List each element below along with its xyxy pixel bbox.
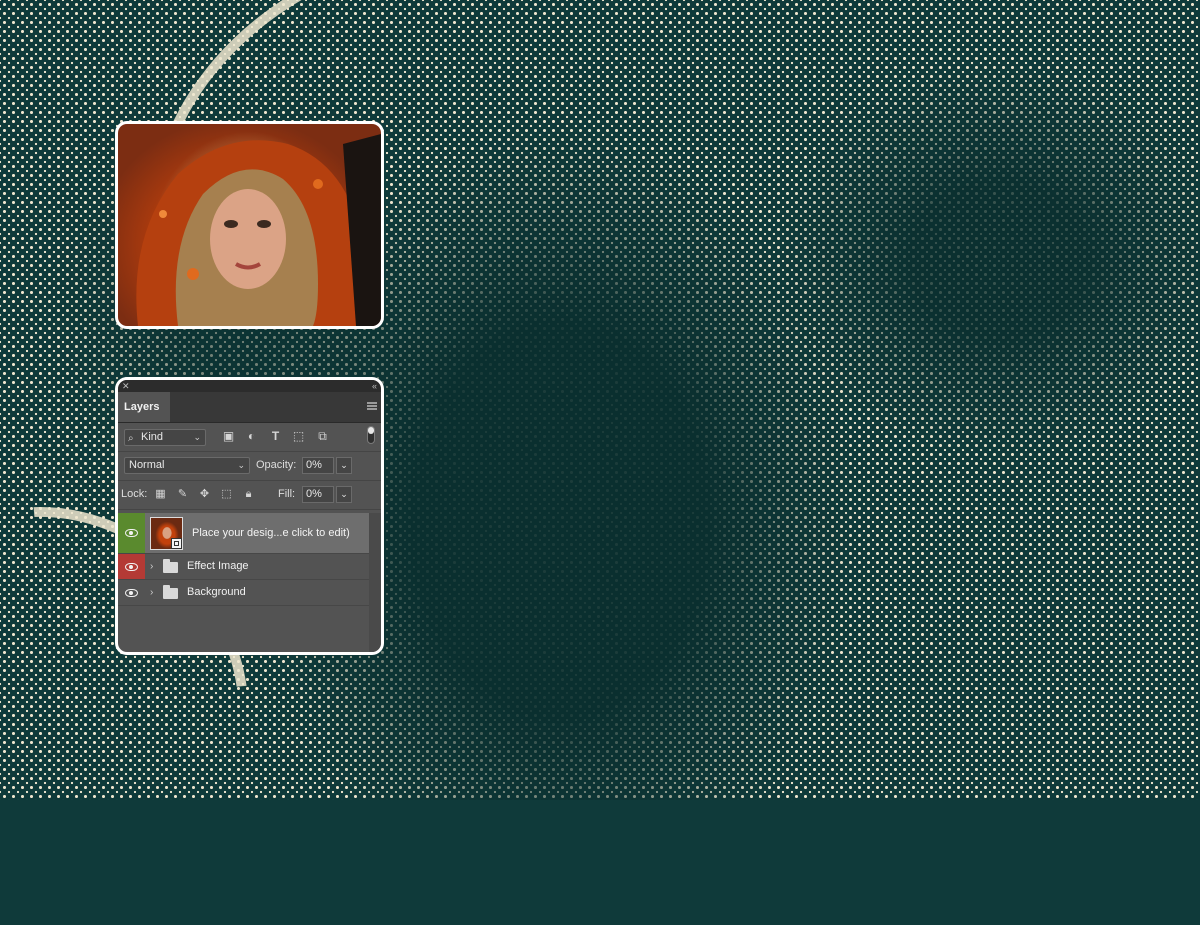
opacity-label: Opacity: bbox=[256, 459, 297, 471]
blend-row: Normal ⌄ Opacity: 0% ⌄ bbox=[118, 452, 381, 481]
collapse-panel-icon[interactable]: « bbox=[372, 380, 377, 392]
visibility-toggle[interactable] bbox=[118, 513, 145, 553]
lock-all-icon[interactable]: 🔒︎ bbox=[241, 487, 256, 502]
adjustment-filter-icon[interactable]: ◐ bbox=[244, 429, 259, 444]
image-filter-icon[interactable]: ▣ bbox=[221, 429, 236, 444]
layer-name: Place your desig...e click to edit) bbox=[192, 527, 350, 539]
lock-image-icon[interactable]: ✎ bbox=[175, 487, 190, 502]
layers-panel: ✕ « Layers ⌕ Kind ⌄ ▣ ◐ T ⬚ ⧉ Normal ⌄ O… bbox=[115, 377, 384, 655]
type-filter-icon[interactable]: T bbox=[268, 429, 283, 444]
layer-name: Effect Image bbox=[187, 560, 249, 572]
smart-object-badge-icon bbox=[171, 538, 182, 549]
eye-icon bbox=[125, 588, 138, 597]
tab-layers[interactable]: Layers bbox=[118, 392, 170, 422]
search-icon: ⌕ bbox=[128, 433, 134, 444]
visibility-toggle[interactable] bbox=[118, 580, 145, 605]
chevron-down-icon: ⌄ bbox=[237, 460, 245, 470]
shape-filter-icon[interactable]: ⬚ bbox=[291, 429, 306, 444]
lock-transparent-icon[interactable]: ▦ bbox=[153, 487, 168, 502]
lock-artboard-icon[interactable]: ⬚ bbox=[219, 487, 234, 502]
opacity-input[interactable]: 0% bbox=[302, 457, 334, 474]
layer-row-effect-image[interactable]: › Effect Image bbox=[118, 554, 369, 580]
lock-label: Lock: bbox=[121, 488, 148, 500]
smart-object-filter-icon[interactable]: ⧉ bbox=[315, 429, 330, 444]
layer-thumbnail bbox=[150, 517, 183, 550]
layer-row-smart-object[interactable]: Place your desig...e click to edit) bbox=[118, 513, 369, 554]
visibility-toggle[interactable] bbox=[118, 554, 145, 579]
preview-photo-card bbox=[115, 121, 384, 329]
layers-scrollbar[interactable] bbox=[369, 513, 381, 652]
lock-position-icon[interactable]: ✥ bbox=[197, 487, 212, 502]
lock-row: Lock: ▦ ✎ ✥ ⬚ 🔒︎ Fill: 0% ⌄ bbox=[118, 481, 381, 510]
panel-menu-icon[interactable] bbox=[367, 402, 377, 410]
portrait-illustration bbox=[136, 134, 381, 326]
expand-arrow-icon[interactable]: › bbox=[150, 554, 153, 579]
eye-icon bbox=[125, 562, 138, 571]
opacity-dropdown-button[interactable]: ⌄ bbox=[336, 457, 352, 474]
layer-row-background[interactable]: › Background bbox=[118, 580, 369, 606]
close-panel-icon[interactable]: ✕ bbox=[122, 380, 130, 392]
layer-name: Background bbox=[187, 586, 246, 598]
folder-icon bbox=[163, 559, 178, 573]
folder-icon bbox=[163, 585, 178, 599]
fill-input[interactable]: 0% bbox=[302, 486, 334, 503]
blend-mode-select[interactable]: Normal ⌄ bbox=[124, 457, 250, 474]
expand-arrow-icon[interactable]: › bbox=[150, 580, 153, 605]
panel-title-bar: ✕ « bbox=[118, 380, 381, 392]
chevron-down-icon: ⌄ bbox=[193, 432, 201, 442]
panel-tab-bar: Layers bbox=[118, 392, 381, 423]
filter-row: ⌕ Kind ⌄ ▣ ◐ T ⬚ ⧉ bbox=[118, 423, 381, 452]
filter-toggle[interactable] bbox=[367, 426, 375, 444]
kind-filter-label: Kind bbox=[141, 431, 164, 443]
layers-list: Place your desig...e click to edit) › Ef… bbox=[118, 513, 369, 606]
kind-filter-select[interactable]: ⌕ Kind ⌄ bbox=[124, 429, 206, 446]
fill-dropdown-button[interactable]: ⌄ bbox=[336, 486, 352, 503]
eye-icon bbox=[125, 529, 138, 537]
blend-mode-value: Normal bbox=[129, 459, 165, 471]
fill-label: Fill: bbox=[278, 488, 296, 500]
portrait-photo bbox=[118, 124, 381, 326]
